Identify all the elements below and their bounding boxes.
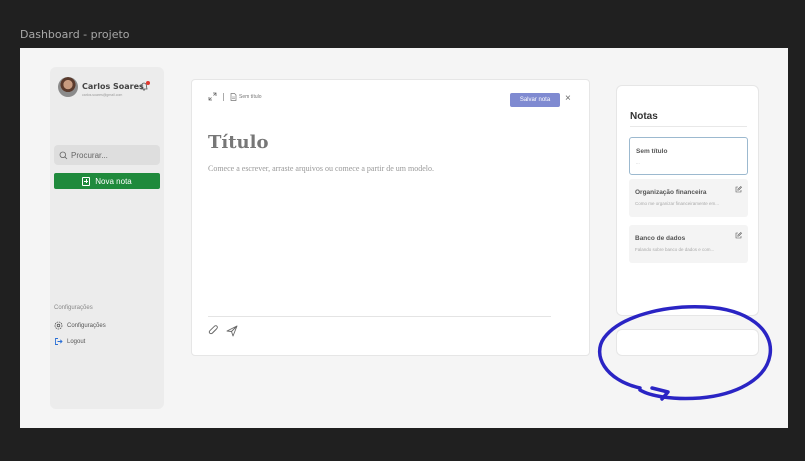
new-note-button[interactable]: Nova nota xyxy=(54,173,160,189)
edit-icon[interactable] xyxy=(735,232,742,239)
logout-link-label: Logout xyxy=(67,338,86,345)
note-editor: Sem título Salvar nota × Título Comece a… xyxy=(191,79,590,356)
note-card-title: Banco de dados xyxy=(635,235,686,242)
search-box xyxy=(54,145,160,165)
note-card-title: Organização financeira xyxy=(635,189,707,196)
notification-dot xyxy=(146,81,150,85)
dashboard-canvas: Carlos Soares carlos.soares@gmail.com No… xyxy=(20,48,788,428)
empty-panel xyxy=(616,329,759,356)
note-body-field[interactable]: Comece a escrever, arraste arquivos ou c… xyxy=(208,164,434,173)
note-title-field[interactable]: Título xyxy=(208,132,268,153)
search-input[interactable] xyxy=(71,150,151,160)
note-card-organizacao-financeira[interactable]: Organização financeira Como me organizar… xyxy=(629,179,748,217)
note-card-preview: ... xyxy=(636,160,640,165)
settings-link[interactable]: Configurações xyxy=(54,321,106,330)
add-note-icon xyxy=(82,176,91,186)
note-card-preview: Como me organizar financeiramente em... xyxy=(635,201,720,206)
attach-icon[interactable] xyxy=(208,325,220,337)
gear-icon xyxy=(54,321,63,330)
search-icon xyxy=(59,151,68,159)
avatar xyxy=(58,77,78,98)
user-name: Carlos Soares xyxy=(82,82,144,91)
user-email: carlos.soares@gmail.com xyxy=(82,93,123,97)
expand-icon[interactable] xyxy=(208,92,217,101)
frame-label: Dashboard - projeto xyxy=(20,28,130,41)
logout-link[interactable]: Logout xyxy=(54,337,85,346)
sidebar: Carlos Soares carlos.soares@gmail.com No… xyxy=(50,67,164,409)
breadcrumb: Sem título xyxy=(230,92,262,101)
note-card-preview: Falando sobre banco de dados e com... xyxy=(635,247,715,252)
close-icon[interactable]: × xyxy=(565,94,571,104)
notes-heading: Notas xyxy=(630,111,658,122)
notes-panel: Notas Sem título ... Organização finance… xyxy=(616,85,759,316)
edit-icon[interactable] xyxy=(735,186,742,193)
note-card-title: Sem título xyxy=(636,148,668,155)
notes-divider xyxy=(630,126,747,127)
logout-icon xyxy=(55,338,63,345)
send-icon[interactable] xyxy=(226,325,238,337)
breadcrumb-label: Sem título xyxy=(239,93,262,100)
toolbar-divider xyxy=(223,92,224,101)
config-heading: Configurações xyxy=(54,305,93,311)
editor-divider xyxy=(208,316,551,317)
note-card-sem-titulo[interactable]: Sem título ... xyxy=(629,137,748,175)
save-note-button[interactable]: Salvar nota xyxy=(510,93,560,107)
note-card-banco-de-dados[interactable]: Banco de dados Falando sobre banco de da… xyxy=(629,225,748,263)
settings-link-label: Configurações xyxy=(67,322,106,329)
document-icon xyxy=(230,92,237,101)
new-note-label: Nova nota xyxy=(95,176,132,186)
